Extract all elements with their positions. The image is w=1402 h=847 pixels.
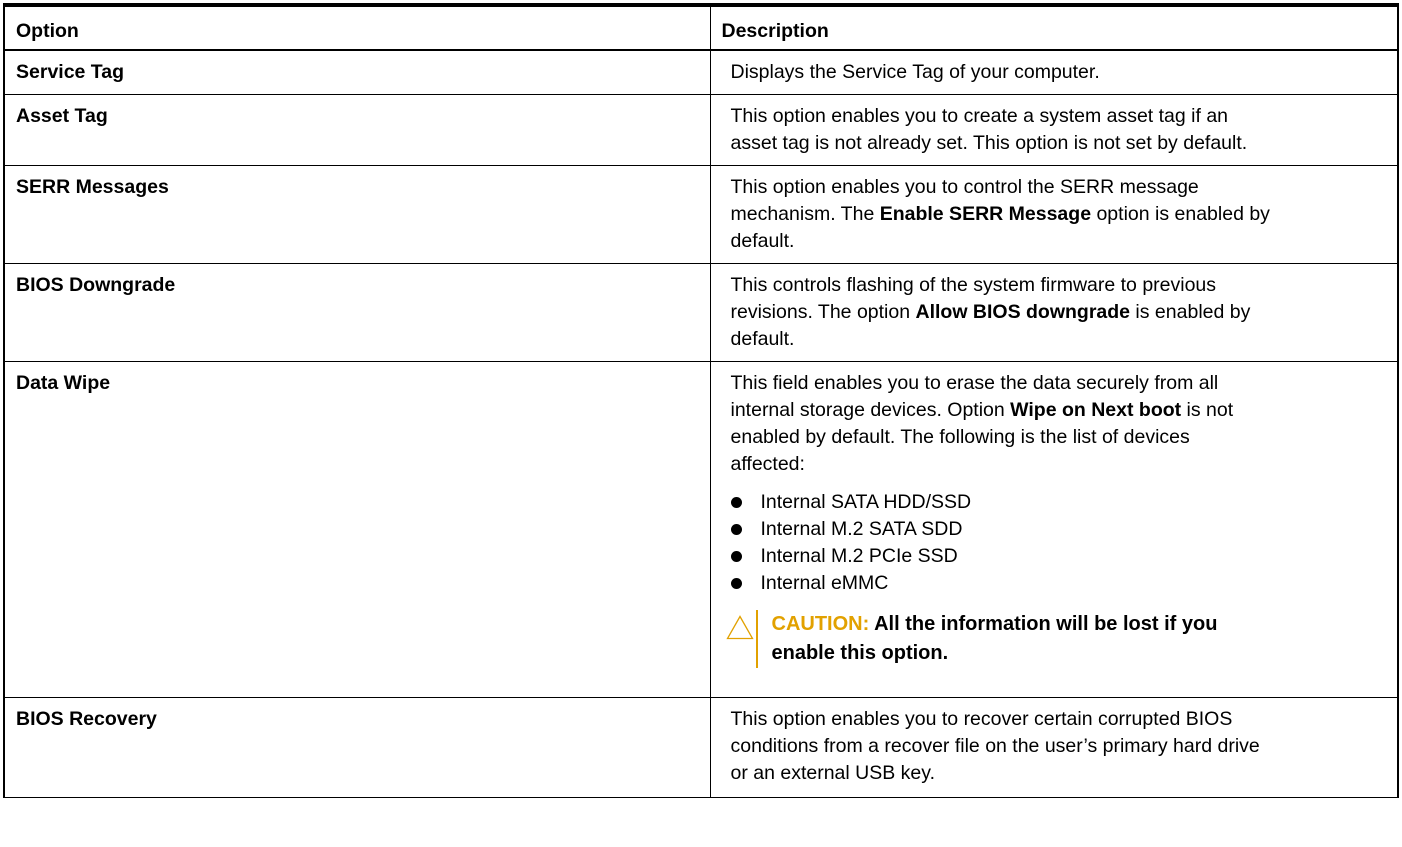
device-name: Internal SATA HDD/SSD bbox=[760, 491, 972, 513]
bullet-dot-icon bbox=[730, 497, 742, 508]
description-line: enabled by default. The following is the… bbox=[730, 426, 1190, 448]
option-name: SERR Messages bbox=[3, 165, 711, 264]
setting-name: Enable SERR Message bbox=[879, 203, 1092, 225]
caution-divider bbox=[755, 610, 758, 668]
description-text: internal storage devices. Option bbox=[730, 399, 1011, 421]
option-name: BIOS Recovery bbox=[3, 697, 711, 798]
bullet-dot-icon bbox=[730, 578, 742, 589]
description-line: This controls flashing of the system fir… bbox=[730, 274, 1217, 296]
column-header-option: Option bbox=[3, 4, 711, 51]
list-item: Internal SATA HDD/SSD bbox=[730, 489, 1385, 516]
bullet-dot-icon bbox=[730, 551, 742, 562]
description-line: affected: bbox=[730, 453, 805, 475]
description-line: default. bbox=[730, 328, 795, 350]
description-line: Displays the Service Tag of your compute… bbox=[730, 61, 1100, 83]
setting-name: Wipe on Next boot bbox=[1010, 399, 1182, 421]
table-row: SERR Messages This option enables you to… bbox=[3, 165, 1399, 264]
option-name: Data Wipe bbox=[3, 361, 711, 698]
caution-line: enable this option. bbox=[771, 642, 949, 664]
caution-line: CAUTION: All the information will be los… bbox=[772, 610, 1385, 639]
option-description: This option enables you to create a syst… bbox=[709, 94, 1399, 166]
description-line: internal storage devices. Option Wipe on… bbox=[731, 397, 1385, 424]
warning-triangle-icon bbox=[725, 615, 754, 640]
table-row: Data Wipe This field enables you to eras… bbox=[3, 361, 1399, 698]
option-name: Service Tag bbox=[3, 49, 711, 95]
option-description: This field enables you to erase the data… bbox=[709, 361, 1399, 698]
description-line: conditions from a recover file on the us… bbox=[730, 735, 1260, 757]
table-header-row: Option Description bbox=[3, 4, 1399, 51]
description-line: or an external USB key. bbox=[730, 762, 935, 784]
option-name: BIOS Downgrade bbox=[3, 263, 711, 362]
device-name: Internal M.2 PCIe SSD bbox=[760, 545, 958, 567]
device-name: Internal eMMC bbox=[760, 572, 889, 594]
list-item: Internal eMMC bbox=[730, 570, 1385, 597]
option-description: This controls flashing of the system fir… bbox=[709, 263, 1399, 362]
device-name: Internal M.2 SATA SDD bbox=[760, 518, 963, 540]
column-header-description: Description bbox=[709, 4, 1399, 51]
description-text: mechanism. The bbox=[730, 203, 880, 225]
setting-name: Allow BIOS downgrade bbox=[915, 301, 1131, 323]
caution-label: CAUTION: bbox=[771, 613, 870, 635]
description-line: This field enables you to erase the data… bbox=[730, 372, 1219, 394]
list-item: Internal M.2 PCIe SSD bbox=[730, 543, 1385, 570]
caution-note: CAUTION: All the information will be los… bbox=[725, 610, 1385, 668]
bios-options-table: Option Description Service Tag Displays … bbox=[3, 3, 1399, 798]
description-line: default. bbox=[730, 230, 795, 252]
description-text: is not bbox=[1181, 399, 1234, 421]
table-row: Asset Tag This option enables you to cre… bbox=[3, 94, 1399, 166]
option-description: Displays the Service Tag of your compute… bbox=[709, 49, 1399, 95]
table-row: BIOS Recovery This option enables you to… bbox=[3, 697, 1399, 798]
description-text: revisions. The option bbox=[730, 301, 916, 323]
table-row: BIOS Downgrade This controls flashing of… bbox=[3, 263, 1399, 362]
description-line: This option enables you to create a syst… bbox=[730, 105, 1229, 127]
affected-devices-list: Internal SATA HDD/SSD Internal M.2 SATA … bbox=[730, 489, 1385, 597]
description-text: option is enabled by bbox=[1091, 203, 1270, 225]
caution-text: All the information will be lost if you bbox=[869, 613, 1218, 635]
description-line: asset tag is not already set. This optio… bbox=[730, 132, 1248, 154]
bullet-dot-icon bbox=[730, 524, 742, 535]
description-line: This option enables you to recover certa… bbox=[730, 708, 1233, 730]
option-description: This option enables you to control the S… bbox=[709, 165, 1399, 264]
description-text: is enabled by bbox=[1130, 301, 1251, 323]
description-line: mechanism. The Enable SERR Message optio… bbox=[731, 201, 1385, 228]
table-row: Service Tag Displays the Service Tag of … bbox=[3, 49, 1399, 95]
description-line: This option enables you to control the S… bbox=[730, 176, 1199, 198]
option-name: Asset Tag bbox=[3, 94, 711, 166]
list-item: Internal M.2 SATA SDD bbox=[730, 516, 1385, 543]
description-line: revisions. The option Allow BIOS downgra… bbox=[731, 299, 1385, 326]
option-description: This option enables you to recover certa… bbox=[709, 697, 1399, 798]
